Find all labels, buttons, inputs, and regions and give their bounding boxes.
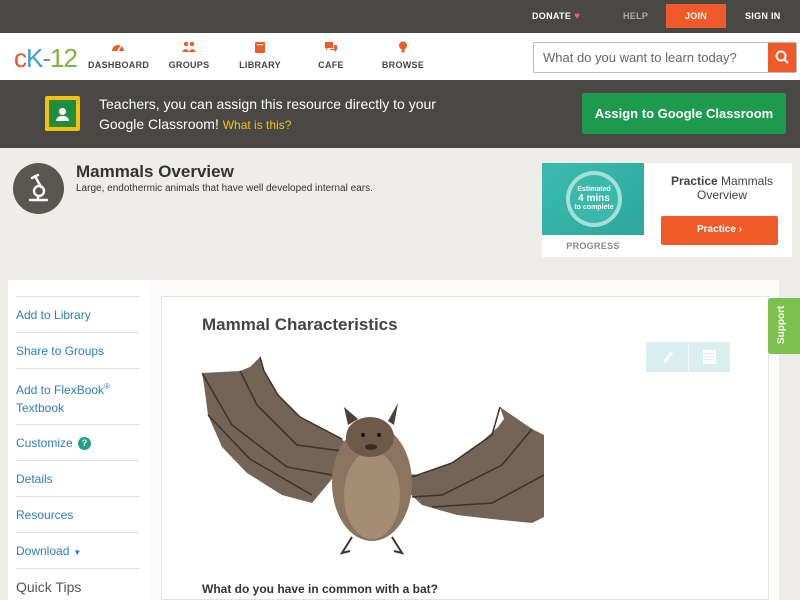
concept-description: Large, endothermic animals that have wel…	[76, 183, 373, 194]
library-icon	[255, 42, 265, 53]
assign-google-classroom-button[interactable]: Assign to Google Classroom	[582, 93, 786, 134]
notes-icon	[703, 350, 716, 364]
sidebar-item-download[interactable]: Download ▼	[16, 532, 139, 562]
donate-link[interactable]: DONATE ♥	[532, 0, 580, 33]
browse-icon	[399, 41, 407, 53]
quick-tips-heading[interactable]: Quick Tips	[16, 568, 139, 596]
sidebar-item-add-to-library[interactable]: Add to Library	[16, 296, 139, 324]
main-header: cK-12 DASHBOARD GROUPS LIBRARY CAFE BROW…	[0, 33, 800, 80]
ck12-logo[interactable]: cK-12	[14, 43, 78, 74]
intro-question: What do you have in common with a bat?	[202, 582, 439, 596]
help-icon[interactable]: ?	[78, 437, 92, 450]
page-title: Mammals Overview	[76, 162, 234, 181]
nav-library-label: LIBRARY	[239, 60, 281, 70]
content-tools	[646, 342, 730, 372]
caret-down-icon: ▼	[73, 548, 82, 557]
registered-mark: ®	[104, 382, 110, 391]
help-link[interactable]: HELP	[623, 0, 648, 33]
search-box	[533, 42, 797, 73]
practice-button-label: Practice	[696, 224, 736, 235]
flexbook-label: Add to FlexBook	[16, 383, 105, 397]
edit-button[interactable]	[646, 342, 688, 372]
practice-title-bold: Practice	[670, 174, 718, 188]
section-title: Mammal Characteristics	[202, 315, 398, 334]
cafe-icon	[325, 42, 337, 52]
progress-complete-label: to complete	[574, 204, 614, 211]
bat-image	[202, 356, 544, 555]
textbook-label: Textbook	[16, 401, 65, 415]
practice-card: Estimated 4 mins to complete PROGRESS Pr…	[542, 163, 792, 257]
progress-minutes: 4 mins	[578, 193, 610, 204]
what-is-this-link[interactable]: What is this?	[223, 118, 292, 132]
groups-icon	[182, 41, 196, 52]
logo-dash: -	[42, 43, 51, 73]
nav-dashboard-label: DASHBOARD	[88, 60, 150, 70]
sidebar-item-add-to-flexbook[interactable]: Add to FlexBook® Textbook	[16, 368, 139, 424]
microscope-icon	[13, 163, 64, 214]
nav-browse-label: BROWSE	[381, 60, 425, 70]
logo-12: 12	[50, 43, 78, 73]
search-input[interactable]	[534, 43, 768, 72]
nav-cafe[interactable]: CAFE	[316, 41, 346, 70]
logo-k: K	[26, 43, 43, 73]
top-bar: DONATE ♥ HELP JOIN SIGN IN	[0, 0, 800, 33]
nav-groups-label: GROUPS	[168, 60, 210, 70]
progress-circle: Estimated 4 mins to complete	[566, 171, 622, 227]
support-label: Support	[776, 305, 787, 344]
sidebar-item-details[interactable]: Details	[16, 460, 139, 488]
google-classroom-icon	[45, 96, 80, 131]
sidebar-item-resources[interactable]: Resources	[16, 496, 139, 524]
logo-c: c	[14, 43, 27, 73]
progress-thumbnail[interactable]: Estimated 4 mins to complete	[542, 163, 644, 235]
pencil-icon	[664, 351, 673, 363]
nav-library[interactable]: LIBRARY	[238, 41, 282, 70]
practice-title: Practice Mammals Overview	[660, 174, 784, 202]
search-button[interactable]	[768, 43, 796, 72]
practice-button[interactable]: Practice ›	[661, 216, 778, 245]
notes-button[interactable]	[688, 342, 730, 372]
search-icon	[775, 50, 789, 64]
heart-icon: ♥	[574, 11, 581, 22]
progress-label: PROGRESS	[566, 241, 620, 251]
nav-dashboard[interactable]: DASHBOARD	[88, 41, 150, 70]
join-button[interactable]: JOIN	[666, 4, 726, 28]
dashboard-icon	[112, 45, 124, 52]
nav-groups[interactable]: GROUPS	[166, 41, 212, 70]
nav-cafe-label: CAFE	[318, 60, 344, 70]
sidebar-item-share-to-groups[interactable]: Share to Groups	[16, 332, 139, 360]
banner-text: Teachers, you can assign this resource d…	[99, 94, 479, 135]
support-tab[interactable]: Support	[768, 298, 800, 354]
chevron-right-icon: ›	[738, 224, 743, 235]
nav-browse[interactable]: BROWSE	[380, 41, 426, 70]
customize-label: Customize	[16, 436, 73, 450]
sign-in-link[interactable]: SIGN IN	[745, 0, 781, 33]
sidebar-item-customize[interactable]: Customize ?	[16, 424, 139, 452]
sidebar: Add to Library Share to Groups Add to Fl…	[8, 280, 151, 600]
download-label: Download	[16, 544, 70, 558]
donate-label: DONATE	[532, 11, 572, 21]
